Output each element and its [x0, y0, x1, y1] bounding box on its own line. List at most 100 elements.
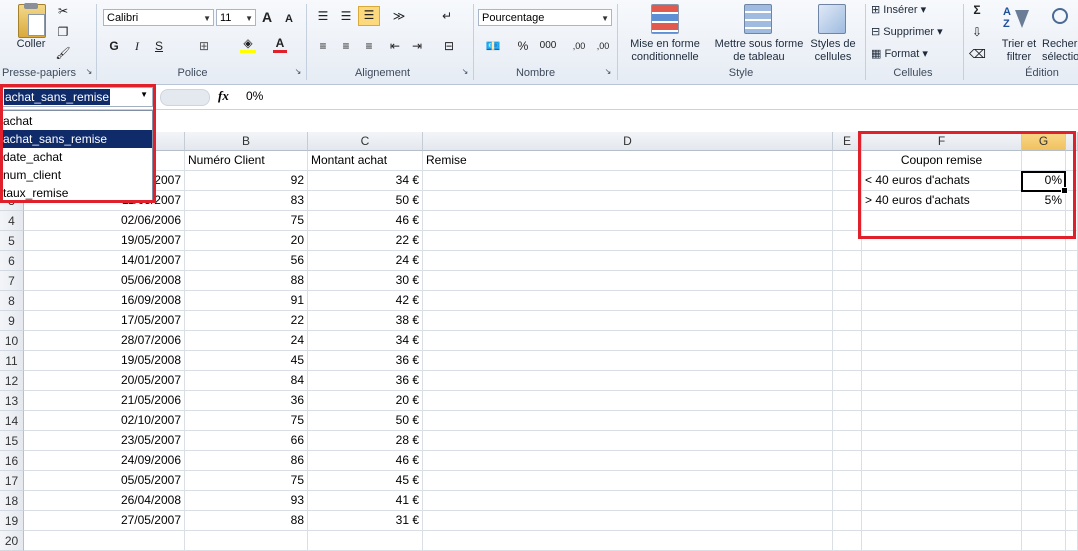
- column-header-d[interactable]: D: [423, 132, 833, 151]
- row-header[interactable]: 17: [0, 471, 24, 491]
- cell-h9[interactable]: [1066, 311, 1078, 331]
- row-header[interactable]: 13: [0, 391, 24, 411]
- cell-d16[interactable]: [423, 451, 833, 471]
- cell-f4[interactable]: [862, 211, 1022, 231]
- cell-e9[interactable]: [833, 311, 862, 331]
- copy-icon[interactable]: ❐: [55, 24, 71, 40]
- cell-g16[interactable]: [1022, 451, 1066, 471]
- cell-styles-button[interactable]: Styles de cellules: [806, 38, 860, 64]
- cell-c14[interactable]: 50 €: [308, 411, 423, 431]
- cell-d6[interactable]: [423, 251, 833, 271]
- formula-bar-grip[interactable]: [160, 89, 210, 106]
- row-header[interactable]: 8: [0, 291, 24, 311]
- cell-e16[interactable]: [833, 451, 862, 471]
- row-header[interactable]: 11: [0, 351, 24, 371]
- cell-f13[interactable]: [862, 391, 1022, 411]
- cell-b9[interactable]: 22: [185, 311, 308, 331]
- dropdown-item-taux-remise[interactable]: taux_remise: [2, 184, 152, 202]
- cut-icon[interactable]: ✂: [55, 3, 71, 19]
- cell-b11[interactable]: 45: [185, 351, 308, 371]
- cell-c17[interactable]: 45 €: [308, 471, 423, 491]
- find-select-button[interactable]: Recher sélectio: [1042, 38, 1078, 64]
- align-left-icon[interactable]: ≡: [314, 38, 332, 54]
- cell-c15[interactable]: 28 €: [308, 431, 423, 451]
- cell-c7[interactable]: 30 €: [308, 271, 423, 291]
- cell-h16[interactable]: [1066, 451, 1078, 471]
- cell-f10[interactable]: [862, 331, 1022, 351]
- cell-g1[interactable]: [1022, 151, 1066, 171]
- cell-h10[interactable]: [1066, 331, 1078, 351]
- row-header[interactable]: 6: [0, 251, 24, 271]
- cell-c4[interactable]: 46 €: [308, 211, 423, 231]
- orientation-icon[interactable]: ≫: [388, 8, 410, 24]
- cell-d9[interactable]: [423, 311, 833, 331]
- cell-b3[interactable]: 83: [185, 191, 308, 211]
- cell-f1[interactable]: Coupon remise: [862, 151, 1022, 171]
- dialog-launcher-icon[interactable]: ↘: [294, 67, 302, 76]
- cell-g10[interactable]: [1022, 331, 1066, 351]
- cell-c16[interactable]: 46 €: [308, 451, 423, 471]
- cell-h7[interactable]: [1066, 271, 1078, 291]
- cell-c8[interactable]: 42 €: [308, 291, 423, 311]
- cell-e19[interactable]: [833, 511, 862, 531]
- row-header[interactable]: 12: [0, 371, 24, 391]
- italic-button[interactable]: I: [130, 38, 144, 54]
- percent-button[interactable]: %: [515, 38, 531, 54]
- row-header[interactable]: 7: [0, 271, 24, 291]
- cell-g20[interactable]: [1022, 531, 1066, 551]
- format-as-table-icon[interactable]: [744, 4, 772, 34]
- dialog-launcher-icon[interactable]: ↘: [604, 67, 612, 76]
- cell-f15[interactable]: [862, 431, 1022, 451]
- cell-e4[interactable]: [833, 211, 862, 231]
- cell-d1[interactable]: Remise: [423, 151, 833, 171]
- cell-b13[interactable]: 36: [185, 391, 308, 411]
- cell-a4[interactable]: 02/06/2006: [24, 211, 185, 231]
- cell-h19[interactable]: [1066, 511, 1078, 531]
- cell-d8[interactable]: [423, 291, 833, 311]
- cell-c20[interactable]: [308, 531, 423, 551]
- align-middle-icon[interactable]: ☰: [337, 8, 355, 24]
- cell-g9[interactable]: [1022, 311, 1066, 331]
- cell-c19[interactable]: 31 €: [308, 511, 423, 531]
- cell-e13[interactable]: [833, 391, 862, 411]
- cell-g7[interactable]: [1022, 271, 1066, 291]
- cell-c2[interactable]: 34 €: [308, 171, 423, 191]
- cell-d14[interactable]: [423, 411, 833, 431]
- cell-f17[interactable]: [862, 471, 1022, 491]
- cell-f2[interactable]: < 40 euros d'achats: [862, 171, 1022, 191]
- fill-color-icon[interactable]: ◈: [240, 37, 256, 53]
- align-top-icon[interactable]: ☰: [314, 8, 332, 24]
- cell-c10[interactable]: 34 €: [308, 331, 423, 351]
- row-header[interactable]: 14: [0, 411, 24, 431]
- format-painter-icon[interactable]: 🖌: [55, 45, 71, 61]
- cell-d2[interactable]: [423, 171, 833, 191]
- cell-g18[interactable]: [1022, 491, 1066, 511]
- format-button[interactable]: ▦ Format ▾: [871, 48, 961, 61]
- cell-a5[interactable]: 19/05/2007: [24, 231, 185, 251]
- decrease-indent-icon[interactable]: ⇤: [386, 38, 404, 54]
- align-bottom-icon[interactable]: ☰: [358, 6, 380, 26]
- cell-c5[interactable]: 22 €: [308, 231, 423, 251]
- increase-decimal-button[interactable]: ,00: [568, 38, 590, 54]
- row-header[interactable]: 16: [0, 451, 24, 471]
- cell-f11[interactable]: [862, 351, 1022, 371]
- grow-font-button[interactable]: A: [260, 9, 274, 25]
- cell-c9[interactable]: 38 €: [308, 311, 423, 331]
- column-header-g[interactable]: G: [1022, 132, 1066, 151]
- cell-c6[interactable]: 24 €: [308, 251, 423, 271]
- bold-button[interactable]: G: [107, 38, 121, 54]
- cell-h13[interactable]: [1066, 391, 1078, 411]
- cell-f16[interactable]: [862, 451, 1022, 471]
- cell-h5[interactable]: [1066, 231, 1078, 251]
- cell-e5[interactable]: [833, 231, 862, 251]
- column-header-e[interactable]: E: [833, 132, 862, 151]
- decrease-decimal-button[interactable]: ,00: [592, 38, 614, 54]
- cell-c12[interactable]: 36 €: [308, 371, 423, 391]
- cell-b4[interactable]: 75: [185, 211, 308, 231]
- cell-d4[interactable]: [423, 211, 833, 231]
- insert-function-icon[interactable]: fx: [218, 88, 229, 104]
- active-cell-g2[interactable]: [1021, 171, 1068, 194]
- cell-h18[interactable]: [1066, 491, 1078, 511]
- cell-f3[interactable]: > 40 euros d'achats: [862, 191, 1022, 211]
- cell-h6[interactable]: [1066, 251, 1078, 271]
